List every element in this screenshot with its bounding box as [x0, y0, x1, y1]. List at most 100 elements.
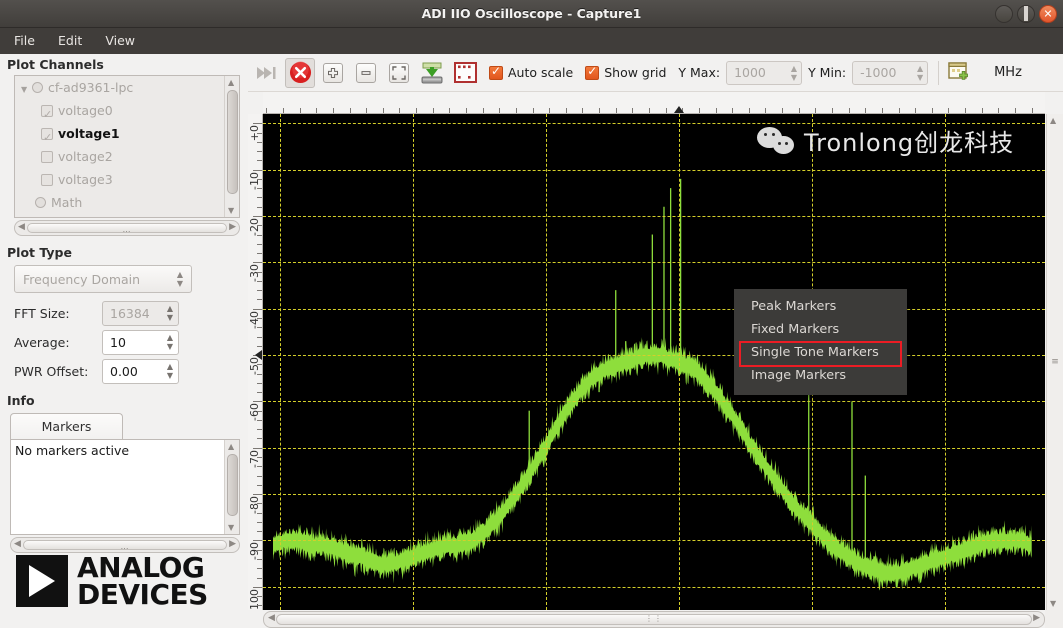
add-plot-button[interactable] — [318, 58, 348, 88]
y-tick — [257, 299, 262, 300]
scroll-thumb[interactable]: ⋯ — [23, 540, 227, 550]
y-tick — [257, 160, 262, 161]
channel-list-hscrollbar[interactable]: ◀ ⋯ ▶ — [14, 220, 240, 236]
plus-icon[interactable] — [323, 63, 343, 83]
checkbox-icon[interactable] — [585, 66, 599, 80]
radio-icon[interactable] — [35, 197, 46, 208]
menu-item-image-markers[interactable]: Image Markers — [734, 364, 907, 387]
new-plot-button[interactable] — [945, 58, 975, 88]
spinner-arrows-icon[interactable]: ▲▼ — [167, 304, 173, 322]
scroll-left-icon[interactable]: ◀ — [268, 613, 275, 623]
new-plot-icon — [948, 62, 972, 84]
scroll-up-icon[interactable]: ▲ — [228, 442, 234, 451]
channel-row-voltage0[interactable]: voltage0 — [15, 99, 239, 122]
checkbox-icon[interactable] — [41, 105, 53, 117]
scroll-left-icon[interactable]: ◀ — [18, 222, 25, 232]
menu-file[interactable]: File — [5, 28, 44, 54]
autoscale-checkbox[interactable]: Auto scale — [489, 65, 585, 80]
spinner-arrows-icon[interactable]: ▲▼ — [917, 64, 923, 82]
scroll-down-icon[interactable]: ▼ — [1050, 599, 1056, 608]
checkbox-icon[interactable] — [41, 128, 53, 140]
scroll-left-icon[interactable]: ◀ — [14, 539, 21, 549]
scroll-thumb[interactable]: ⋯ — [27, 223, 227, 233]
menu-item-single-tone-markers[interactable]: Single Tone Markers — [734, 341, 907, 364]
marker-context-menu[interactable]: Peak Markers Fixed Markers Single Tone M… — [734, 289, 907, 395]
y-cursor-marker[interactable] — [255, 350, 262, 360]
scroll-down-icon[interactable]: ▼ — [228, 206, 234, 215]
fft-size-input[interactable]: 16384 ▲▼ — [102, 301, 179, 326]
scroll-down-icon[interactable]: ▼ — [228, 523, 234, 532]
analog-devices-wordmark: ANALOG DEVICES — [77, 554, 208, 609]
gridline-vertical — [280, 114, 281, 610]
stop-button[interactable] — [285, 58, 315, 88]
scroll-right-icon[interactable]: ▶ — [229, 539, 236, 549]
x-tick — [483, 108, 484, 113]
channel-label: voltage3 — [58, 172, 113, 187]
x-tick — [632, 108, 633, 113]
channel-list[interactable]: ▼cf-ad9361-lpc voltage0 voltage1 voltage… — [14, 75, 240, 218]
y-tick — [257, 290, 262, 291]
y-tick — [257, 531, 262, 532]
plot-canvas-container[interactable]: Tronlong创龙科技 — [263, 114, 1045, 610]
fullscreen-icon[interactable] — [389, 63, 409, 83]
remove-plot-button[interactable] — [351, 58, 381, 88]
plot-type-combobox[interactable]: Frequency Domain ▲▼ — [14, 265, 192, 293]
scroll-grip-icon: ⋮⋮ — [645, 614, 663, 623]
scroll-thumb[interactable] — [227, 454, 238, 516]
ymin-input[interactable]: -1000 ▲▼ — [852, 61, 928, 85]
spinner-arrows-icon[interactable]: ▲▼ — [791, 64, 797, 82]
scroll-thumb[interactable]: ≡ — [1051, 357, 1059, 367]
tab-markers[interactable]: Markers — [10, 413, 123, 439]
screenshot-button[interactable] — [450, 58, 480, 88]
scroll-right-icon[interactable]: ▶ — [229, 222, 236, 232]
channel-row-voltage3[interactable]: voltage3 — [15, 168, 239, 191]
showgrid-checkbox[interactable]: Show grid — [585, 65, 678, 80]
checkbox-icon[interactable] — [41, 151, 53, 163]
menu-edit[interactable]: Edit — [49, 28, 91, 54]
gridline-horizontal — [263, 123, 1045, 124]
x-tick — [399, 108, 400, 113]
save-button[interactable] — [417, 58, 447, 88]
channel-row-device[interactable]: ▼cf-ad9361-lpc — [15, 76, 239, 99]
scroll-up-icon[interactable]: ▲ — [228, 78, 234, 87]
menu-item-peak-markers[interactable]: Peak Markers — [734, 295, 907, 318]
x-cursor-marker[interactable] — [674, 106, 684, 113]
channel-row-math[interactable]: Math — [15, 191, 239, 214]
average-input[interactable]: 10 ▲▼ — [102, 330, 179, 355]
title-bar: ADI IIO Oscilloscope - Capture1 ✕ — [0, 0, 1063, 28]
menu-view[interactable]: View — [96, 28, 144, 54]
spinner-arrows-icon[interactable]: ▲▼ — [177, 270, 183, 288]
x-axis-ruler[interactable] — [263, 92, 1045, 114]
step-forward-button[interactable] — [252, 58, 282, 88]
y-tick-label: -90 — [248, 542, 261, 560]
minimize-button[interactable] — [995, 5, 1013, 23]
expander-triangle-icon[interactable]: ▼ — [21, 78, 32, 101]
markers-panel[interactable]: No markers active ▲ ▼ — [10, 439, 240, 535]
screenshot-icon — [454, 62, 477, 83]
plot-vscrollbar[interactable]: ▲ ≡ ▼ — [1046, 114, 1063, 610]
checkbox-icon[interactable] — [489, 66, 503, 80]
fullscreen-button[interactable] — [384, 58, 414, 88]
y-tick — [257, 179, 262, 180]
plot-hscrollbar[interactable]: ◀ ⋮⋮ ▶ — [263, 611, 1045, 628]
channel-row-voltage1[interactable]: voltage1 — [15, 122, 239, 145]
minus-icon[interactable] — [356, 63, 376, 83]
spinner-arrows-icon[interactable]: ▲▼ — [167, 362, 173, 380]
channel-list-vscrollbar[interactable]: ▲ ▼ — [224, 76, 239, 217]
spinner-arrows-icon[interactable]: ▲▼ — [167, 333, 173, 351]
y-axis-ruler[interactable]: +0-10-20-30-40-50-60-70-80-90-100 — [248, 114, 263, 610]
checkbox-icon[interactable] — [41, 174, 53, 186]
pwr-offset-input[interactable]: 0.00 ▲▼ — [102, 359, 179, 384]
menu-item-fixed-markers[interactable]: Fixed Markers — [734, 318, 907, 341]
scroll-right-icon[interactable]: ▶ — [1033, 613, 1040, 623]
maximize-button[interactable] — [1017, 5, 1035, 23]
scroll-up-icon[interactable]: ▲ — [1050, 116, 1056, 125]
ymax-input[interactable]: 1000 ▲▼ — [726, 61, 802, 85]
gridline-horizontal — [263, 262, 1045, 263]
x-tick — [266, 108, 267, 113]
close-button[interactable]: ✕ — [1039, 5, 1057, 23]
scroll-thumb[interactable] — [227, 90, 238, 194]
y-tick — [257, 429, 262, 430]
markers-vscrollbar[interactable]: ▲ ▼ — [224, 440, 239, 534]
radio-icon[interactable] — [32, 82, 43, 93]
